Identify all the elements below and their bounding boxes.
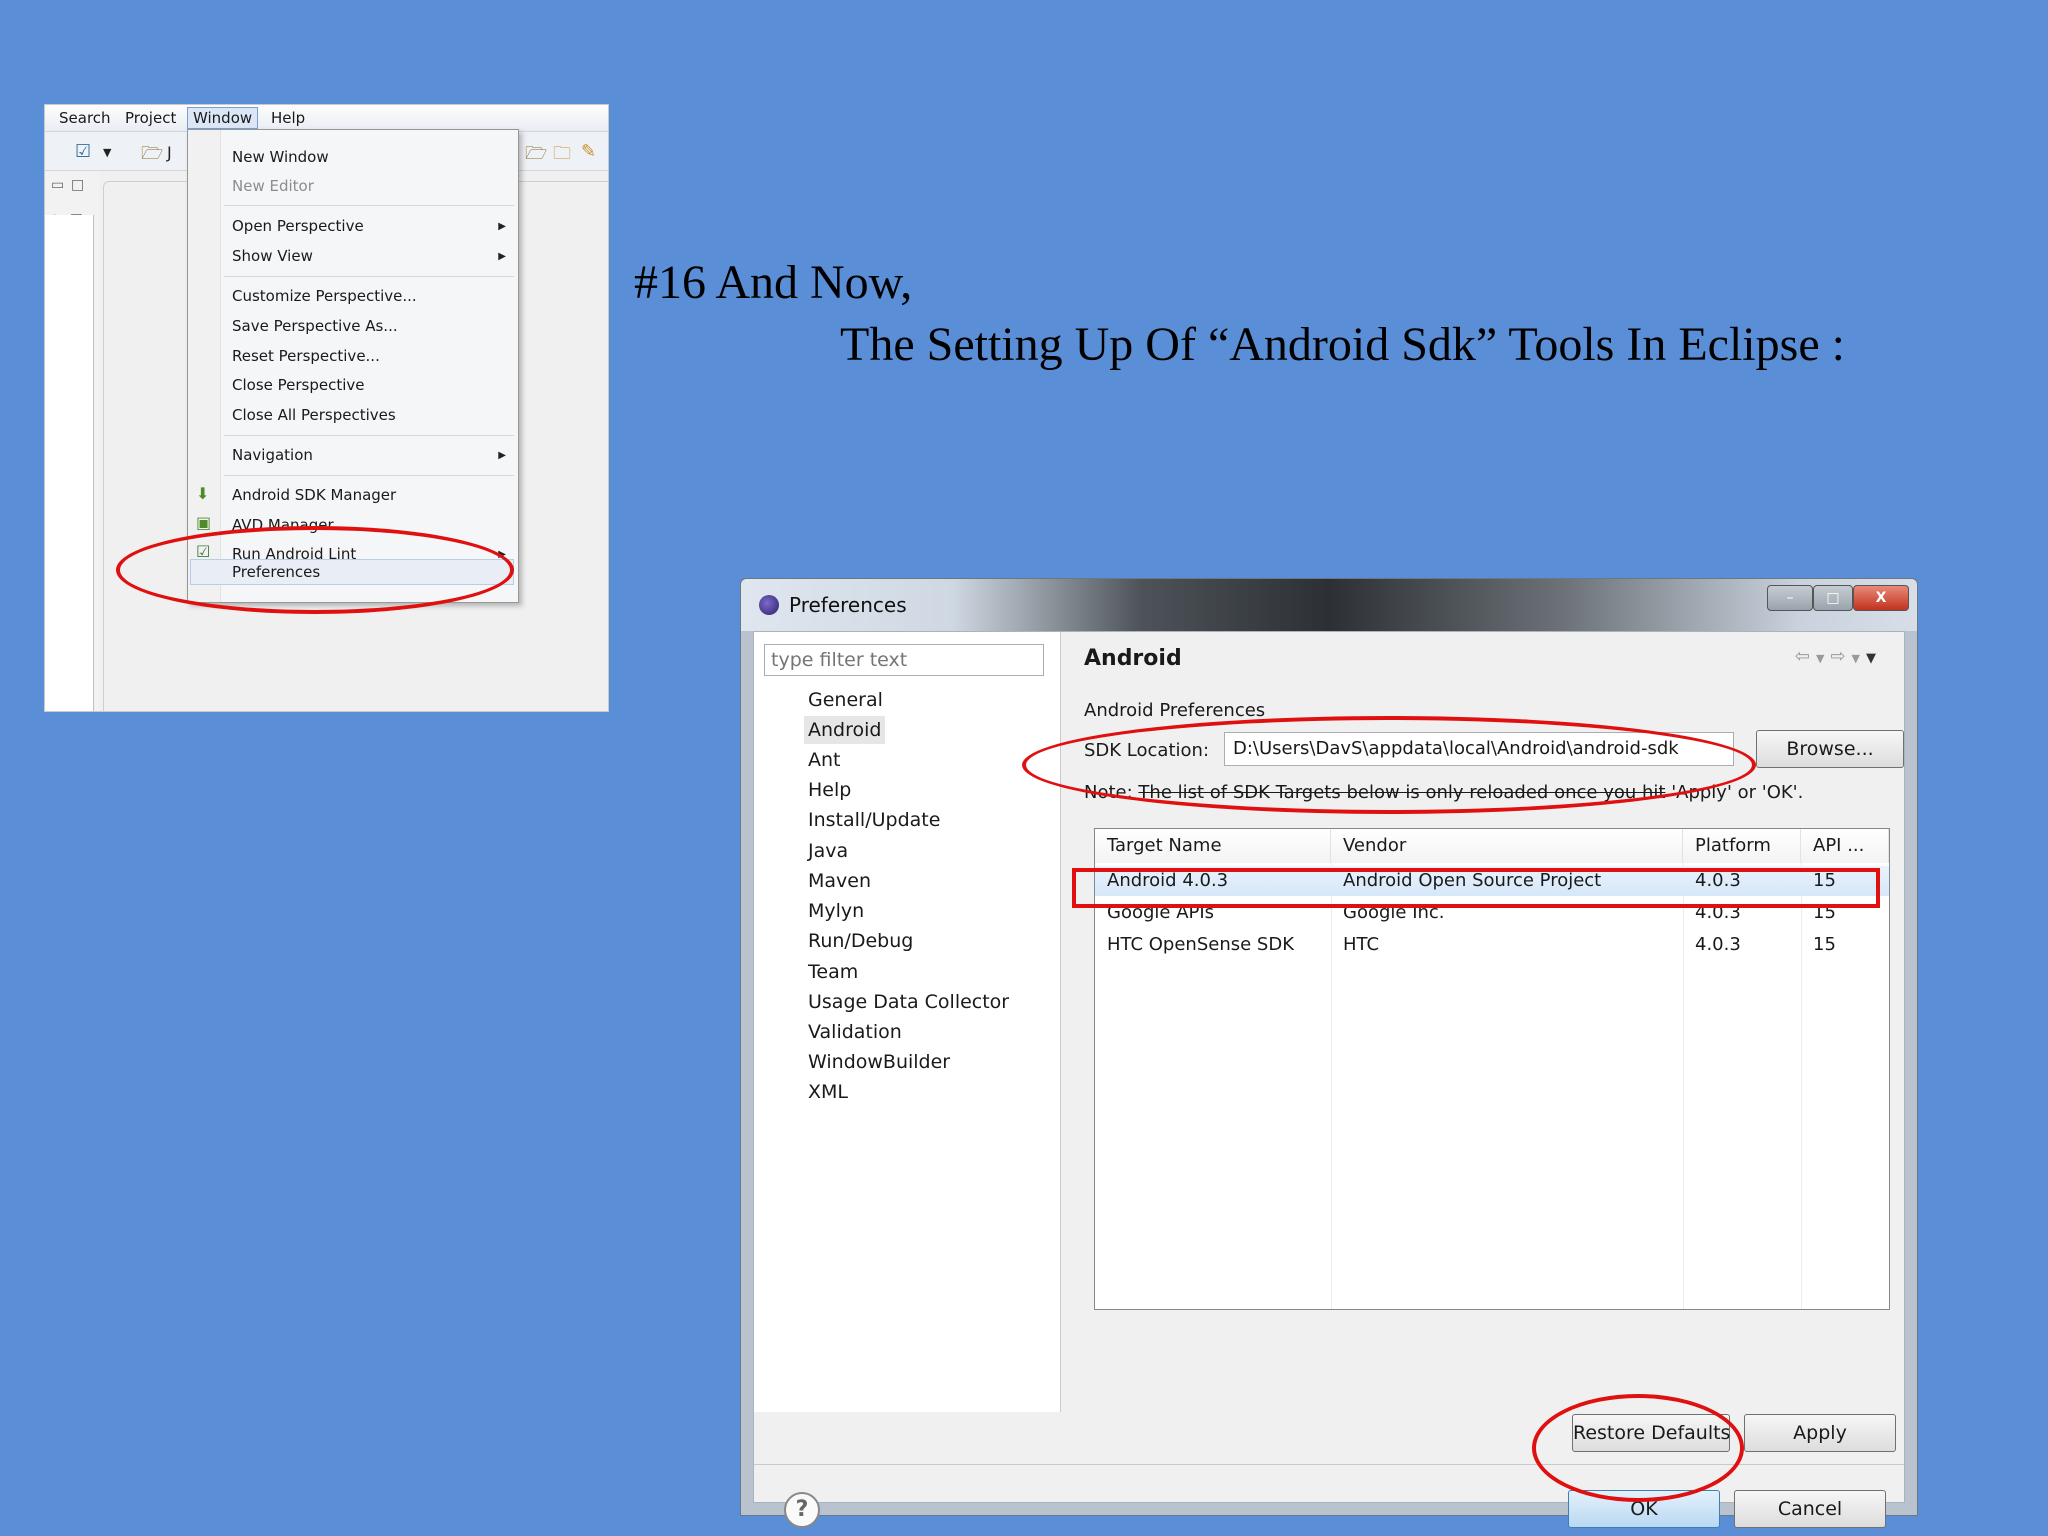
nav-item-general[interactable]: General [804, 686, 887, 714]
cancel-button[interactable]: Cancel [1734, 1490, 1886, 1528]
menu-search[interactable]: Search [59, 109, 111, 127]
menu-item-label: Navigation [232, 446, 313, 464]
nav-item-install-update[interactable]: Install/Update [804, 806, 944, 834]
open-folder-icon[interactable]: 🗁 [141, 141, 163, 171]
menu-item-android-sdk-manager[interactable]: Android SDK Manager [232, 482, 396, 508]
menu-project[interactable]: Project [125, 109, 176, 127]
menu-item-save-perspective-as[interactable]: Save Perspective As... [232, 313, 398, 339]
annotation-circle-sdk-location [1022, 716, 1756, 814]
nav-item-validation[interactable]: Validation [804, 1018, 906, 1046]
annotation-circle-preferences [116, 526, 514, 614]
column-header-api[interactable]: API ... [1801, 829, 1889, 863]
open-project-icon[interactable]: 🗁 [525, 141, 547, 171]
menu-item-new-editor: New Editor [232, 177, 314, 195]
menu-item-customize-perspective[interactable]: Customize Perspective... [232, 283, 417, 309]
slide-title-line2: The Setting Up Of “Android Sdk” Tools In… [840, 318, 1845, 371]
nav-item-maven[interactable]: Maven [804, 867, 875, 895]
cell-api: 15 [1813, 934, 1836, 955]
close-button[interactable]: X [1853, 585, 1909, 611]
menu-item-reset-perspective[interactable]: Reset Perspective... [232, 343, 380, 369]
nav-item-ant[interactable]: Ant [804, 746, 845, 774]
eclipse-menubar: Search Project Window Help [45, 105, 608, 132]
chevron-down-icon[interactable]: ▼ [1816, 652, 1830, 665]
menu-item-open-perspective[interactable]: Open Perspective [232, 213, 364, 239]
minimize-button[interactable]: – [1767, 585, 1813, 611]
menu-item-new-window[interactable]: New Window [232, 144, 329, 170]
eclipse-window-menu-screenshot: Search Project Window Help ☑ ▼ 🗁 J ⁝ ▼ 🗁… [44, 104, 609, 712]
toolbar-partial-label: J [167, 143, 172, 162]
submenu-arrow-icon: ▶ [498, 221, 506, 232]
menu-separator [224, 205, 514, 206]
minimize-view-icon[interactable]: ▭ [51, 177, 64, 193]
preference-tree: General Android Ant Help Install/Update … [754, 632, 1061, 1412]
nav-item-java[interactable]: Java [804, 837, 852, 865]
section-label: Android Preferences [1084, 700, 1266, 721]
apply-button[interactable]: Apply [1744, 1414, 1896, 1452]
table-row[interactable]: HTC OpenSense SDK HTC 4.0.3 15 [1095, 930, 1889, 960]
package-explorer-area [45, 215, 94, 711]
menu-item-show-view[interactable]: Show View [232, 243, 313, 269]
maximize-button[interactable]: □ [1813, 585, 1853, 611]
cell-platform: 4.0.3 [1695, 934, 1741, 955]
annotation-circle-ok [1532, 1394, 1744, 1502]
page-title: Android [1084, 646, 1182, 671]
nav-item-help[interactable]: Help [804, 776, 855, 804]
column-header-vendor[interactable]: Vendor [1331, 829, 1683, 863]
nav-item-mylyn[interactable]: Mylyn [804, 897, 868, 925]
back-arrow-icon[interactable]: ⇦ [1795, 646, 1816, 667]
menu-item-navigation[interactable]: Navigation [232, 442, 313, 468]
chevron-down-icon[interactable]: ▼ [1852, 652, 1866, 665]
menu-item-label: Show View [232, 247, 313, 265]
cell-target-name: HTC OpenSense SDK [1107, 934, 1295, 955]
avd-icon: ▣ [196, 513, 212, 532]
dialog-titlebar: Preferences – □ X [741, 579, 1917, 631]
menu-item-close-perspective[interactable]: Close Perspective [232, 372, 365, 398]
menu-separator [224, 276, 514, 277]
menu-help[interactable]: Help [271, 109, 305, 127]
nav-item-team[interactable]: Team [804, 958, 862, 986]
slide-title-line1: #16 And Now, [634, 256, 913, 309]
menu-item-label: Open Perspective [232, 217, 364, 235]
nav-item-android[interactable]: Android [804, 716, 886, 744]
history-navigation: ⇦▼⇨▼▼ [1795, 646, 1882, 667]
submenu-arrow-icon: ▶ [498, 450, 506, 461]
browse-button[interactable]: Browse... [1756, 730, 1904, 768]
maximize-view-icon[interactable]: □ [71, 177, 84, 193]
menu-separator [224, 475, 514, 476]
chevron-down-icon[interactable]: ▼ [103, 146, 111, 159]
android-sdk-icon: ⬇ [196, 484, 210, 503]
folder-icon[interactable]: 🗀 [553, 141, 571, 171]
forward-arrow-icon[interactable]: ⇨ [1830, 646, 1851, 667]
checkbox-icon[interactable]: ☑ [75, 141, 91, 162]
menu-separator [224, 435, 514, 436]
view-menu-icon[interactable]: ▼ [1866, 651, 1882, 666]
filter-input[interactable] [764, 644, 1044, 676]
menu-window[interactable]: Window [187, 107, 259, 129]
annotation-rect-android-row [1072, 868, 1880, 908]
nav-item-usage-data-collector[interactable]: Usage Data Collector [804, 988, 1013, 1016]
nav-item-windowbuilder[interactable]: WindowBuilder [804, 1048, 954, 1076]
slide-title: #16 And Now, The Setting Up Of “Android … [634, 252, 1845, 376]
menu-item-close-all-perspectives[interactable]: Close All Perspectives [232, 402, 396, 428]
pencil-icon[interactable]: ✎ [581, 141, 596, 162]
submenu-arrow-icon: ▶ [498, 251, 506, 262]
cell-vendor: HTC [1343, 934, 1380, 955]
column-header-platform[interactable]: Platform [1683, 829, 1801, 863]
column-header-target-name[interactable]: Target Name [1095, 829, 1331, 863]
eclipse-icon [759, 595, 779, 615]
nav-item-xml[interactable]: XML [804, 1078, 852, 1106]
nav-item-run-debug[interactable]: Run/Debug [804, 927, 917, 955]
help-icon[interactable]: ? [784, 1492, 820, 1528]
dialog-title: Preferences [789, 593, 907, 617]
